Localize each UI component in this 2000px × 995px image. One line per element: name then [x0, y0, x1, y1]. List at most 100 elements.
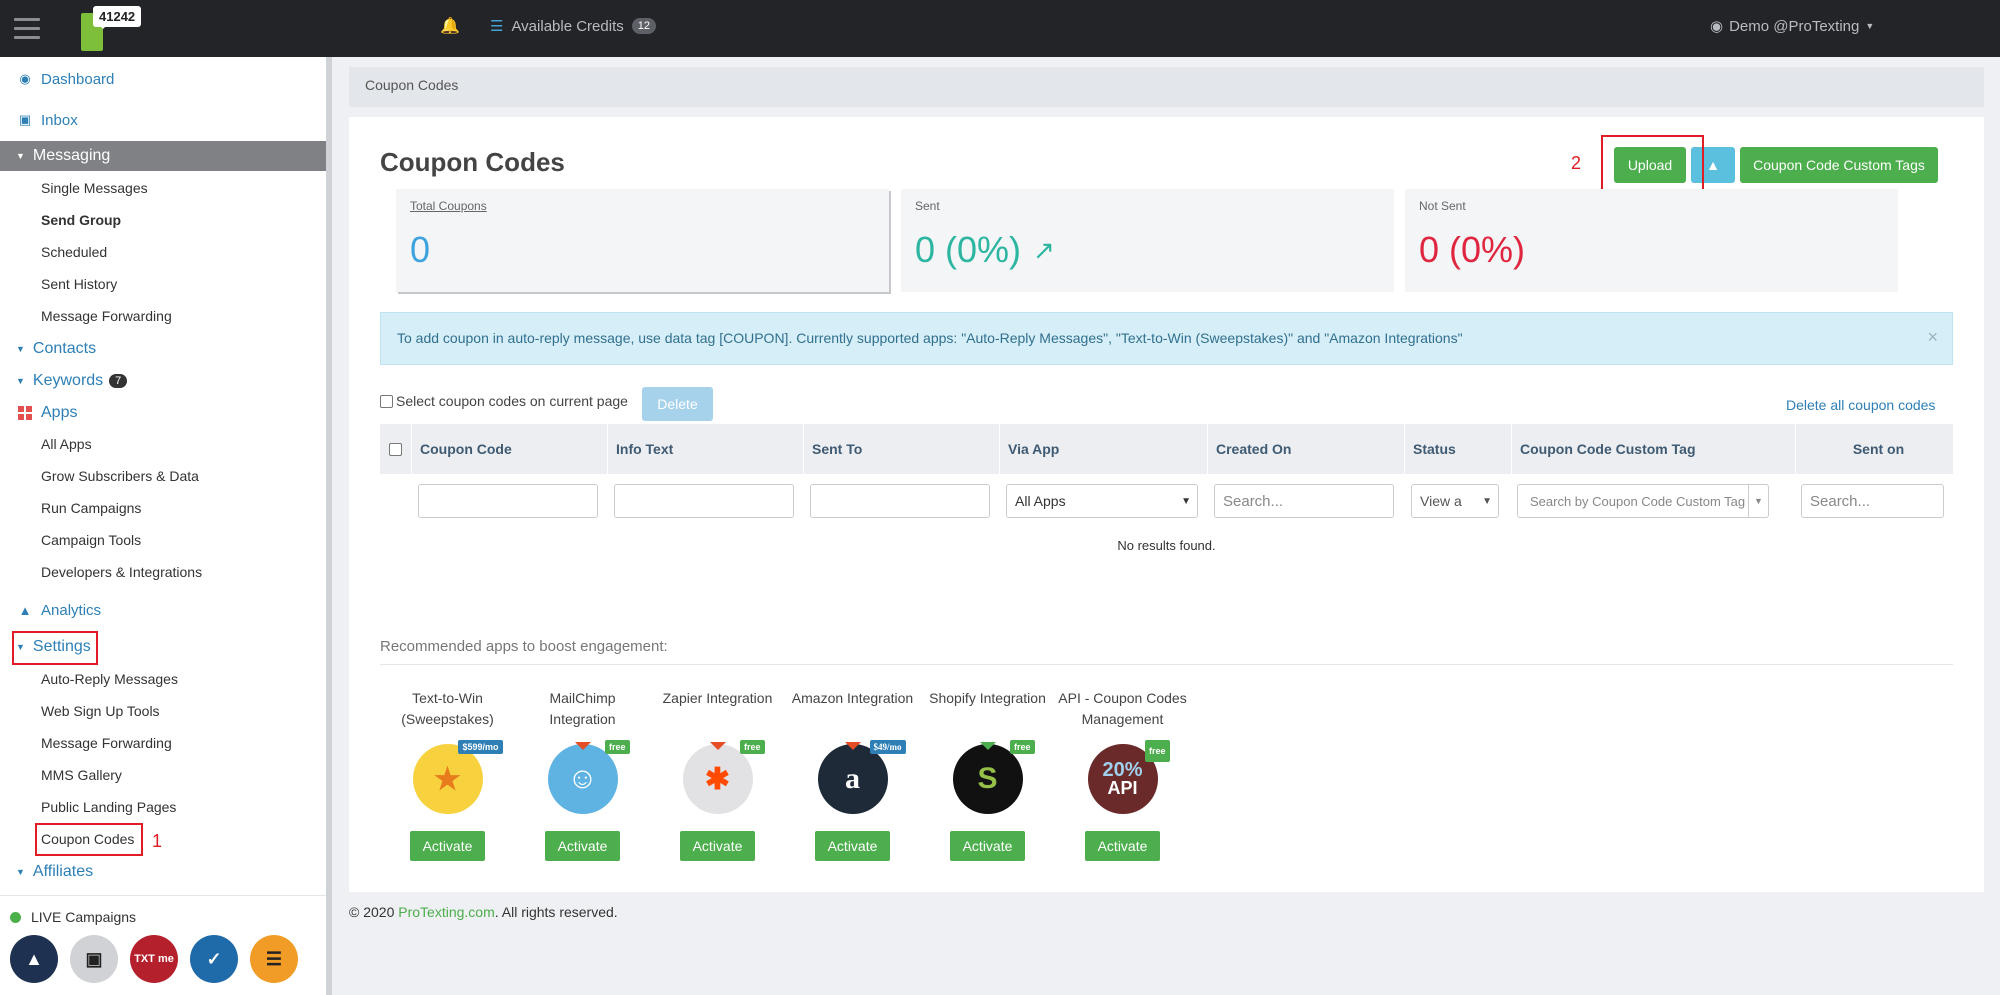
chevron-down-icon: ▼	[1482, 495, 1492, 507]
column-header[interactable]: Sent on	[1795, 424, 1953, 474]
via-app-select[interactable]: All Apps ▼	[1006, 484, 1198, 518]
caret-down-icon: ▼	[16, 867, 25, 877]
select-page-checkbox[interactable]	[380, 394, 393, 408]
zapier-icon[interactable]: ✱ free	[682, 740, 765, 814]
apps-grid-icon	[18, 406, 32, 420]
checklist-icon[interactable]: ✓	[190, 935, 238, 983]
footer-link[interactable]: ProTexting.com	[398, 904, 494, 920]
info-text-filter[interactable]	[614, 484, 794, 518]
via-app-value: All Apps	[1015, 493, 1066, 509]
sidebar-item-campaign-tools[interactable]: Campaign Tools	[0, 530, 326, 550]
stat-card-sent: Sent 0 (0%) ↗	[901, 189, 1394, 292]
available-credits[interactable]: ☰ Available Credits 12	[490, 17, 656, 35]
app-card-text-to-win: Text-to-Win (Sweepstakes) ★ $599/mo Acti…	[380, 688, 515, 861]
database-icon: ☰	[490, 18, 504, 35]
activate-button[interactable]: Activate	[949, 831, 1026, 861]
sidebar-divider	[0, 895, 326, 896]
sent-on-filter[interactable]: Search...	[1801, 484, 1944, 518]
close-icon[interactable]: ×	[1927, 327, 1938, 348]
api-icon[interactable]: 20% API free	[1087, 740, 1170, 814]
sidebar-section-affiliates[interactable]: ▼ Affiliates	[0, 861, 326, 883]
sidebar-item-auto-reply[interactable]: Auto-Reply Messages	[0, 669, 326, 689]
sidebar-item-label: Analytics	[41, 601, 102, 619]
price-tag: $49/mo	[869, 740, 906, 754]
sidebar-item-dashboard[interactable]: ◉ Dashboard	[0, 68, 326, 90]
sidebar-item-analytics[interactable]: ▲ Analytics	[0, 599, 326, 621]
footer: © 2020 ProTexting.com. All rights reserv…	[349, 904, 618, 920]
activate-button[interactable]: Activate	[814, 831, 891, 861]
sidebar-item-all-apps[interactable]: All Apps	[0, 434, 326, 454]
sent-to-filter[interactable]	[810, 484, 990, 518]
sidebar-item-label: Public Landing Pages	[41, 799, 177, 815]
dashboard-icon: ◉	[19, 71, 31, 86]
activate-button[interactable]: Activate	[679, 831, 756, 861]
api-icon-top: 20%	[1102, 759, 1143, 781]
notch-marker	[844, 742, 861, 758]
sidebar-item-web-sign-up[interactable]: Web Sign Up Tools	[0, 701, 326, 721]
mailchimp-icon[interactable]: ☺ free	[547, 740, 630, 814]
sidebar-item-grow-subscribers[interactable]: Grow Subscribers & Data	[0, 466, 326, 486]
price-tag: free	[604, 740, 630, 754]
delete-all-link[interactable]: Delete all coupon codes	[1786, 397, 1935, 413]
sidebar-section-apps[interactable]: Apps	[0, 402, 326, 424]
sidebar-item-settings-message-forwarding[interactable]: Message Forwarding	[0, 733, 326, 753]
sidebar-item-scheduled[interactable]: Scheduled	[0, 242, 326, 262]
txt-me-icon[interactable]: TXT me	[130, 935, 178, 983]
column-header[interactable]: Coupon Code	[411, 424, 607, 474]
column-header[interactable]: Via App	[999, 424, 1207, 474]
sidebar-item-single-messages[interactable]: Single Messages	[0, 178, 326, 198]
select-page-checkbox-row[interactable]: Select coupon codes on current page	[380, 393, 628, 409]
coupon-code-custom-tags-button[interactable]: Coupon Code Custom Tags	[1740, 147, 1938, 183]
activate-button[interactable]: Activate	[544, 831, 621, 861]
sidebar-section-label: Apps	[41, 404, 78, 421]
notch-marker	[574, 742, 591, 758]
sidebar-section-messaging[interactable]: ▼ Messaging	[0, 141, 326, 171]
delete-button[interactable]: Delete	[642, 387, 713, 421]
column-header[interactable]: Sent To	[803, 424, 999, 474]
custom-tag-filter[interactable]: Search by Coupon Code Custom Tag ▼	[1517, 484, 1769, 518]
live-campaigns[interactable]: LIVE Campaigns	[10, 909, 136, 925]
sidebar-item-inbox[interactable]: ▣ Inbox	[0, 109, 326, 131]
notification-bell-icon[interactable]: 🔔	[440, 16, 460, 36]
notch-marker	[979, 742, 996, 758]
sidebar-item-sent-history[interactable]: Sent History	[0, 274, 326, 294]
thumbs-up-icon[interactable]: ▲	[10, 935, 58, 983]
chevron-down-icon: ▼	[1181, 495, 1191, 507]
select-all-checkbox[interactable]	[389, 442, 402, 456]
activate-button[interactable]: Activate	[409, 831, 486, 861]
shopify-icon[interactable]: S free	[952, 740, 1035, 814]
price-tag: free	[739, 740, 765, 754]
amazon-icon[interactable]: a $49/mo	[817, 740, 906, 814]
trophy-icon[interactable]: ★ $599/mo	[412, 740, 503, 814]
sidebar-item-message-forwarding[interactable]: Message Forwarding	[0, 306, 326, 326]
app-name: Zapier Integration	[662, 690, 773, 706]
sidebar: ◉ Dashboard ▣ Inbox ▼ Messaging Single M…	[0, 57, 332, 995]
api-icon-bottom: API	[1107, 778, 1138, 798]
sidebar-item-mms-gallery[interactable]: MMS Gallery	[0, 765, 326, 785]
activate-button[interactable]: Activate	[1084, 831, 1161, 861]
sidebar-item-run-campaigns[interactable]: Run Campaigns	[0, 498, 326, 518]
user-menu[interactable]: ◉ Demo @ProTexting ▼	[1710, 17, 1874, 36]
created-on-filter[interactable]: Search...	[1214, 484, 1394, 518]
stat-card-total: Total Coupons 0	[396, 189, 889, 292]
keywords-count-badge: 7	[109, 374, 128, 388]
sidebar-item-label: Web Sign Up Tools	[41, 703, 160, 719]
sidebar-item-public-landing-pages[interactable]: Public Landing Pages	[0, 797, 326, 817]
column-header[interactable]: Coupon Code Custom Tag	[1511, 424, 1795, 474]
column-header[interactable]: Info Text	[607, 424, 803, 474]
sidebar-item-send-group[interactable]: Send Group	[0, 210, 326, 230]
sidebar-section-contacts[interactable]: ▼ Contacts	[0, 338, 326, 360]
sidebar-item-developers-integrations[interactable]: Developers & Integrations	[0, 562, 326, 582]
hamburger-menu-icon[interactable]	[14, 18, 40, 40]
column-header[interactable]: Created On	[1207, 424, 1404, 474]
stat-label: Sent	[915, 199, 940, 213]
stat-value: 0 (0%)	[1419, 229, 1526, 270]
status-select[interactable]: View a ▼	[1411, 484, 1499, 518]
stat-label[interactable]: Total Coupons	[410, 199, 875, 213]
stat-value: 0 (0%)	[915, 229, 1022, 270]
sidebar-section-keywords[interactable]: ▼ Keywords 7	[0, 370, 326, 392]
coupon-code-filter[interactable]	[418, 484, 598, 518]
list-icon[interactable]: ☰	[250, 935, 298, 983]
contact-card-icon[interactable]: ▣	[70, 935, 118, 983]
column-header[interactable]: Status	[1404, 424, 1511, 474]
